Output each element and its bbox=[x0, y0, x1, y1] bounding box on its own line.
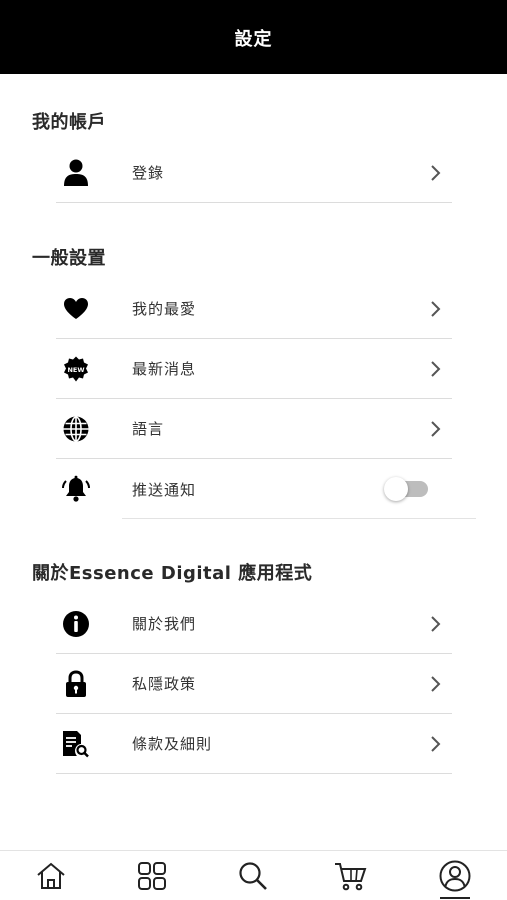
grid-icon bbox=[138, 862, 166, 890]
login-label: 登錄 bbox=[132, 164, 165, 182]
info-icon bbox=[61, 609, 91, 639]
news-row[interactable]: NEW 最新消息 bbox=[56, 339, 452, 399]
app-header: 設定 bbox=[0, 0, 507, 74]
terms-row[interactable]: 條款及細則 bbox=[56, 714, 452, 774]
profile-icon bbox=[439, 860, 471, 892]
section-title-about: 關於Essence Digital 應用程式 bbox=[32, 563, 313, 584]
favorites-label: 我的最愛 bbox=[132, 300, 197, 318]
chevron-right-icon bbox=[431, 615, 441, 632]
cart-icon bbox=[335, 863, 367, 891]
language-label: 語言 bbox=[132, 420, 165, 438]
nav-search[interactable] bbox=[236, 859, 270, 893]
new-badge-text: NEW bbox=[67, 366, 84, 374]
bottom-navigation bbox=[0, 850, 507, 900]
divider bbox=[122, 518, 476, 519]
favorites-row[interactable]: 我的最愛 bbox=[56, 279, 452, 339]
push-notification-label: 推送通知 bbox=[132, 480, 197, 499]
new-badge-icon: NEW bbox=[61, 354, 91, 384]
chevron-right-icon bbox=[431, 164, 441, 181]
chevron-right-icon bbox=[431, 420, 441, 437]
lock-icon bbox=[61, 669, 91, 699]
page-title: 設定 bbox=[234, 29, 273, 50]
nav-profile[interactable] bbox=[438, 859, 472, 899]
section-title-general: 一般設置 bbox=[32, 248, 106, 269]
news-label: 最新消息 bbox=[132, 360, 197, 378]
language-row[interactable]: 語言 bbox=[56, 399, 452, 459]
push-notification-row: 推送通知 bbox=[56, 459, 452, 519]
about-us-label: 關於我們 bbox=[132, 615, 197, 633]
chevron-right-icon bbox=[431, 300, 441, 317]
toggle-knob bbox=[384, 477, 408, 501]
user-icon bbox=[61, 158, 91, 188]
login-row[interactable]: 登錄 bbox=[56, 143, 452, 203]
nav-home[interactable] bbox=[34, 859, 68, 893]
nav-cart[interactable] bbox=[334, 859, 368, 893]
nav-categories[interactable] bbox=[135, 859, 169, 893]
terms-label: 條款及細則 bbox=[132, 735, 213, 753]
home-icon bbox=[37, 862, 65, 889]
about-us-row[interactable]: 關於我們 bbox=[56, 594, 452, 654]
globe-icon bbox=[61, 414, 91, 444]
document-search-icon bbox=[61, 729, 91, 759]
chevron-right-icon bbox=[431, 360, 441, 377]
heart-icon bbox=[61, 294, 91, 324]
bell-icon bbox=[61, 474, 91, 504]
privacy-policy-label: 私隱政策 bbox=[132, 675, 197, 693]
chevron-right-icon bbox=[431, 735, 441, 752]
section-title-account: 我的帳戶 bbox=[32, 112, 106, 133]
push-notification-toggle[interactable] bbox=[384, 477, 430, 501]
chevron-right-icon bbox=[431, 675, 441, 692]
privacy-policy-row[interactable]: 私隱政策 bbox=[56, 654, 452, 714]
search-icon bbox=[239, 862, 267, 890]
